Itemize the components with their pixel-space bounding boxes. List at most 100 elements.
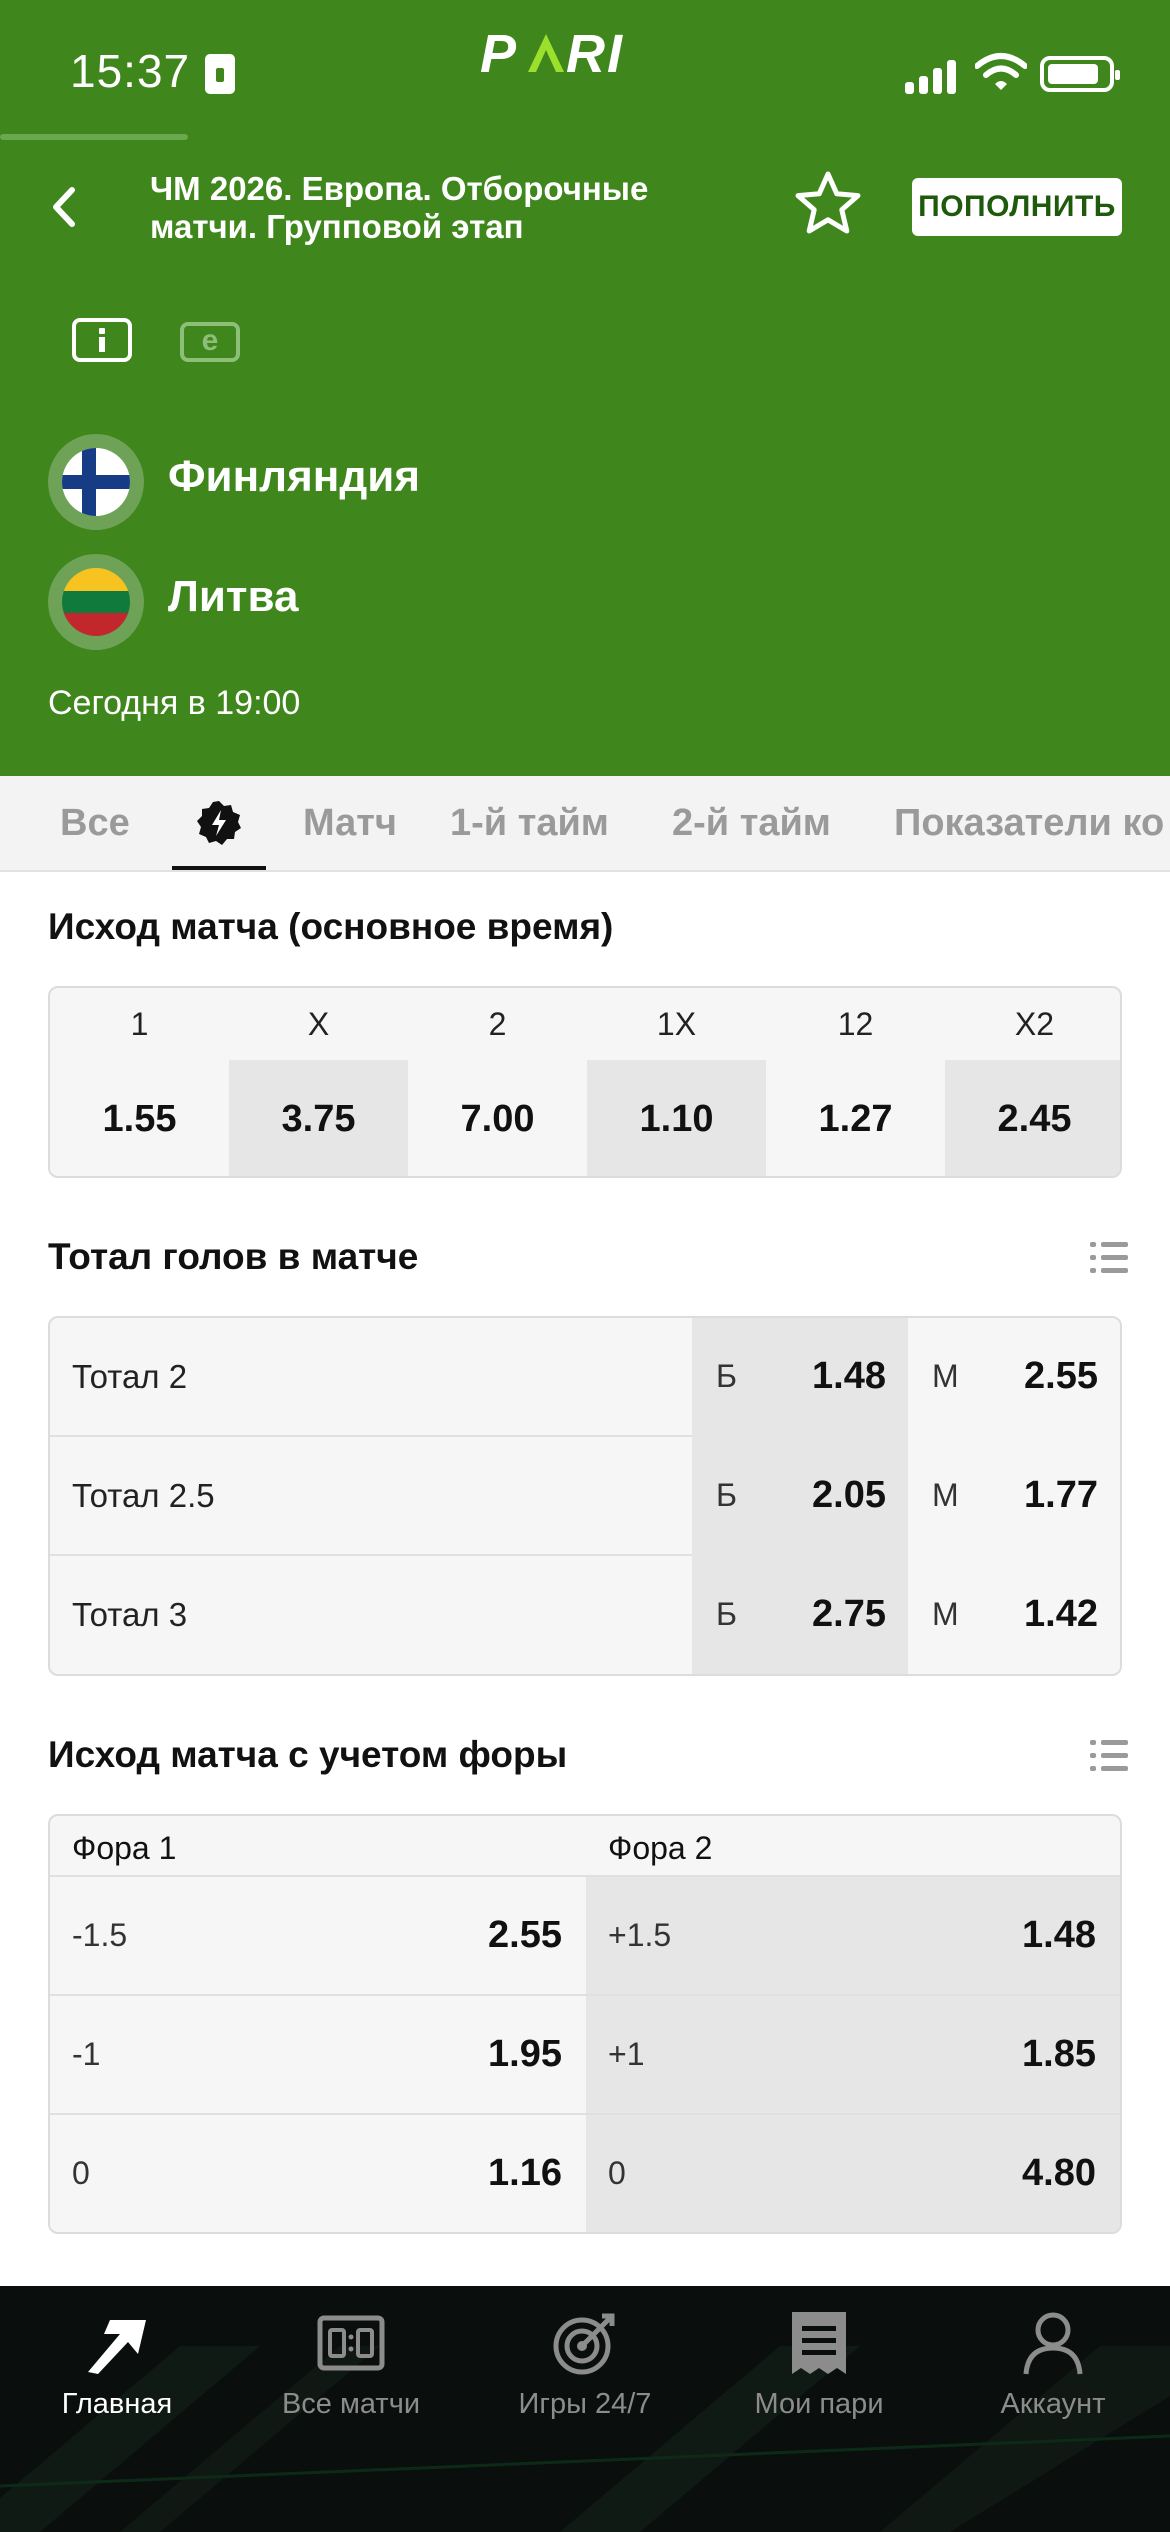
nav-account[interactable]: Аккаунт: [936, 2286, 1170, 2436]
finland-flag-icon: [48, 434, 144, 530]
odds-button[interactable]: 1.10: [587, 1060, 766, 1176]
nav-home[interactable]: Главная: [0, 2286, 234, 2436]
tab-quick-bets[interactable]: [172, 776, 266, 870]
nav-games[interactable]: Игры 24/7: [468, 2286, 702, 2436]
odds-button[interactable]: 2.45: [945, 1060, 1120, 1176]
under-letter: М: [932, 1477, 959, 1513]
main-outcome-table: 1 1.55 X 3.75 2 7.00 1X 1.10 12 1.27 X2 …: [48, 986, 1122, 1178]
nav-label: Мои пари: [754, 2388, 884, 2420]
section-title-handicap: Исход матча с учетом форы: [48, 1734, 568, 1775]
market-tabs: Все Матч 1-й тайм 2-й тайм Показатели ко: [0, 776, 1170, 872]
battery-icon: [1040, 56, 1120, 92]
handicap-line: 0: [72, 2155, 90, 2191]
under-odd: 1.77: [1024, 1474, 1098, 1516]
handicap-odd: 1.16: [488, 2152, 562, 2194]
outcome-label: 1: [130, 1006, 149, 1042]
handicap-odd: 4.80: [1022, 2152, 1096, 2194]
handicap-line: -1: [72, 2036, 101, 2072]
bottom-navigation: Главная Все матчи Игры 24/7 Мои пари Акк…: [0, 2286, 1170, 2532]
odds-button[interactable]: 7.00: [408, 1060, 587, 1176]
under-odds-button[interactable]: М 1.77: [908, 1437, 1120, 1556]
over-odd: 1.48: [812, 1355, 886, 1397]
star-icon[interactable]: [792, 168, 864, 240]
brand-logo: P RI: [480, 24, 700, 84]
total-line-label: Тотал 2.5: [72, 1477, 215, 1514]
over-odds-button[interactable]: Б 2.05: [692, 1437, 908, 1556]
under-odds-button[interactable]: М 1.42: [908, 1556, 1120, 1674]
outcome-label: 1X: [656, 1006, 697, 1042]
tab-second-half[interactable]: 2-й тайм: [672, 802, 831, 845]
odds-button[interactable]: 3.75: [229, 1060, 408, 1176]
pari-logo-icon: P RI: [480, 24, 622, 84]
outcome-1x: 1X 1.10: [587, 988, 766, 1176]
tab-first-half[interactable]: 1-й тайм: [450, 802, 609, 845]
over-letter: Б: [716, 1358, 737, 1394]
home-arrow-icon: [88, 2320, 146, 2374]
over-odd: 2.05: [812, 1474, 886, 1516]
nav-label: Главная: [61, 2388, 173, 2420]
match-start-time: Сегодня в 19:00: [48, 684, 301, 722]
handicap-2-header: Фора 2: [608, 1830, 713, 1866]
handicap-1-odds-button[interactable]: -1 1.95: [50, 1994, 586, 2113]
nav-row: ЧМ 2026. Европа. Отборочные матчи. Групп…: [0, 150, 1170, 260]
team-away: Литва: [48, 554, 748, 650]
outcome-2: 2 7.00: [408, 988, 587, 1176]
over-odds-button[interactable]: Б 2.75: [692, 1556, 908, 1674]
target-icon: [553, 2313, 615, 2375]
scoreboard-icon: [317, 2315, 385, 2371]
outcome-label: X2: [1014, 1006, 1055, 1042]
nav-label: Все матчи: [281, 2388, 421, 2420]
handicap-odd: 1.48: [1022, 1914, 1096, 1956]
list-view-icon[interactable]: [1090, 1242, 1128, 1274]
tab-match[interactable]: Матч: [303, 802, 397, 845]
handicap-odd: 1.85: [1022, 2033, 1096, 2075]
nav-label: Аккаунт: [1000, 2388, 1106, 2420]
section-title-totals: Тотал голов в матче: [48, 1236, 419, 1277]
sim-card-icon: [205, 54, 235, 94]
team-home-name: Финляндия: [168, 452, 421, 501]
table-row: Тотал 3 Б 2.75 М 1.42: [50, 1556, 1120, 1674]
outcome-x: X 3.75: [229, 988, 408, 1176]
over-odd: 2.75: [812, 1593, 886, 1635]
under-odd: 2.55: [1024, 1355, 1098, 1397]
under-letter: М: [932, 1596, 959, 1632]
odds-button[interactable]: 1.55: [50, 1060, 229, 1176]
deposit-button[interactable]: ПОПОЛНИТЬ: [912, 178, 1122, 236]
under-letter: М: [932, 1358, 959, 1394]
outcome-label: X: [307, 1006, 330, 1042]
total-line-label: Тотал 2: [72, 1358, 188, 1395]
stats-icon[interactable]: е: [180, 322, 240, 362]
nav-all-matches[interactable]: Все матчи: [234, 2286, 468, 2436]
odds-button[interactable]: 1.27: [766, 1060, 945, 1176]
under-odd: 1.42: [1024, 1593, 1098, 1635]
person-icon: [1023, 2312, 1083, 2375]
match-header: 15:37 P RI ЧМ 2026. Европа. Отборочные м…: [0, 0, 1170, 776]
cellular-signal-icon: [905, 58, 959, 94]
back-arrow-icon[interactable]: [40, 182, 90, 232]
over-odds-button[interactable]: Б 1.48: [692, 1318, 908, 1437]
competition-title: ЧМ 2026. Европа. Отборочные матчи. Групп…: [150, 170, 649, 245]
section-title-main-outcome: Исход матча (основное время): [48, 906, 614, 947]
outcome-1: 1 1.55: [50, 988, 229, 1176]
handicap-2-odds-button[interactable]: 0 4.80: [586, 2113, 1120, 2232]
handicap-2-odds-button[interactable]: +1.5 1.48: [586, 1875, 1120, 1994]
handicap-1-header: Фора 1: [72, 1830, 177, 1866]
handicap-line: 0: [608, 2155, 626, 2191]
handicap-2-odds-button[interactable]: +1 1.85: [586, 1994, 1120, 2113]
outcome-label: 12: [837, 1006, 874, 1042]
lightning-badge-icon: [197, 801, 241, 845]
under-odds-button[interactable]: М 2.55: [908, 1318, 1120, 1437]
team-away-name: Литва: [168, 572, 299, 621]
nav-my-bets[interactable]: Мои пари: [702, 2286, 936, 2436]
tab-stats[interactable]: Показатели ко: [894, 802, 1164, 845]
outcome-12: 12 1.27: [766, 988, 945, 1176]
list-view-icon[interactable]: [1090, 1740, 1128, 1772]
handicap-1-odds-button[interactable]: -1.5 2.55: [50, 1875, 586, 1994]
team-home: Финляндия: [48, 434, 748, 530]
handicap-odd: 1.95: [488, 2033, 562, 2075]
outcome-x2: X2 2.45: [945, 988, 1120, 1176]
info-icon[interactable]: [72, 318, 132, 362]
handicap-1-odds-button[interactable]: 0 1.16: [50, 2113, 586, 2232]
status-bar: 15:37 P RI: [0, 0, 1170, 150]
tab-all[interactable]: Все: [60, 802, 130, 845]
